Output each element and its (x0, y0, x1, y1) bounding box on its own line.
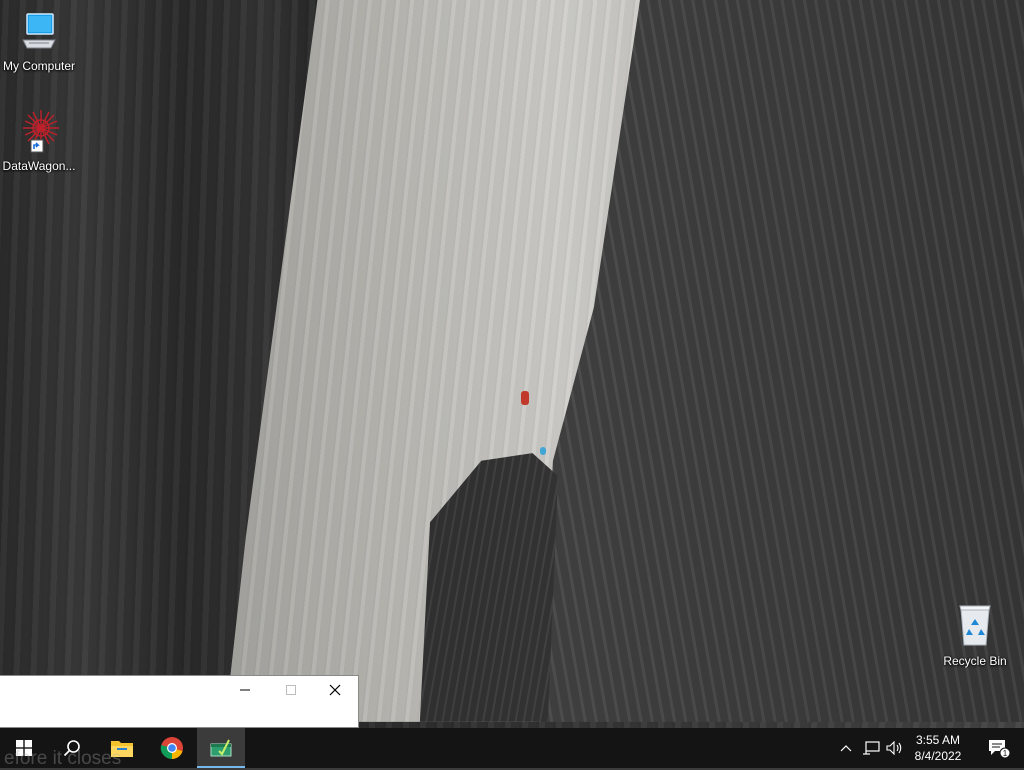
desktop-icon-recycle-bin[interactable]: Recycle Bin (937, 603, 1013, 668)
taskbar-clock[interactable]: 3:55 AM 8/4/2022 (906, 728, 970, 768)
close-icon (329, 684, 341, 696)
clock-time: 3:55 AM (915, 733, 961, 747)
desktop-icon-label: DataWagon... (2, 159, 76, 173)
action-center-button[interactable]: 1 (978, 728, 1018, 768)
close-button[interactable] (312, 676, 358, 704)
app-window[interactable] (0, 675, 359, 728)
wallpaper-climber-red (521, 391, 529, 405)
window-titlebar[interactable] (0, 676, 358, 704)
network-icon (863, 741, 880, 755)
tray-overflow-button[interactable] (838, 728, 854, 768)
window-peek-text: efore it closes (4, 748, 122, 769)
taskbar-chrome[interactable] (148, 728, 196, 768)
minimize-button[interactable] (222, 676, 268, 704)
wallpaper-climber-blue (540, 447, 546, 455)
desktop-icon-label: My Computer (2, 59, 76, 73)
tray-volume-button[interactable] (885, 728, 905, 768)
desktop-wallpaper (0, 0, 1024, 768)
tray-network-button[interactable] (861, 728, 881, 768)
notification-icon: 1 (989, 740, 1010, 759)
chrome-icon (160, 737, 183, 759)
chevron-up-icon (840, 745, 852, 752)
desktop-icon-my-computer[interactable]: My Computer (1, 10, 77, 73)
maximize-button[interactable] (268, 676, 314, 704)
desktop-icon-label: Recycle Bin (943, 654, 1007, 668)
recycle-bin-icon (937, 603, 1013, 652)
maximize-icon (286, 685, 296, 695)
datawagon-shortcut-icon (1, 108, 77, 157)
computer-icon (1, 10, 77, 57)
minimize-icon (240, 689, 250, 691)
volume-icon (886, 741, 902, 755)
clock-date: 8/4/2022 (914, 749, 962, 763)
taskbar: 3:55 AM 8/4/2022 1 (0, 728, 1024, 768)
app-window-icon (210, 739, 232, 757)
desktop-icon-datawagon[interactable]: DataWagon... (1, 108, 77, 173)
notification-count: 1 (1003, 749, 1008, 758)
taskbar-active-app[interactable] (197, 728, 245, 768)
